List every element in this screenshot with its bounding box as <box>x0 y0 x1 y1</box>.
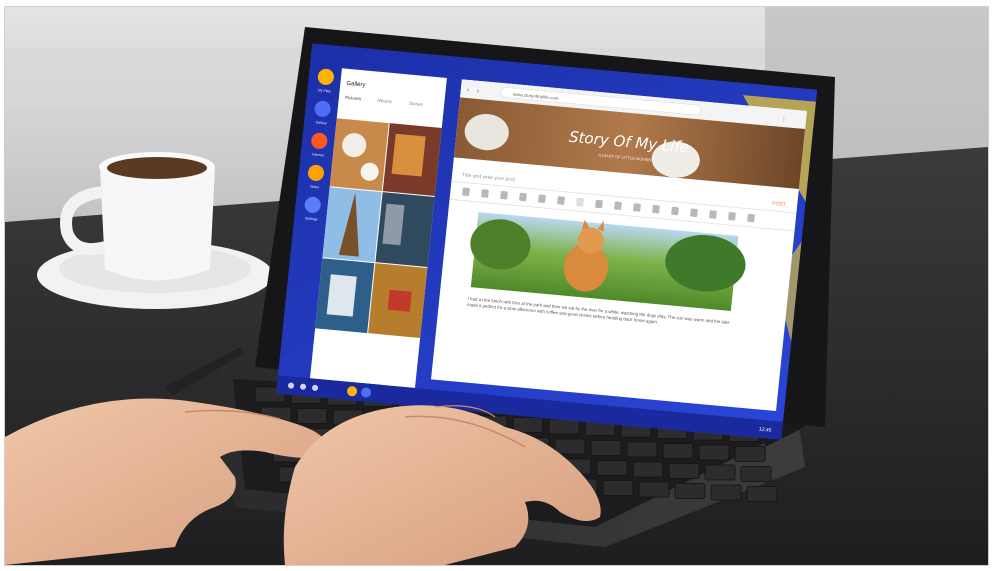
keyboard-key <box>590 440 622 456</box>
photo-frame: My Files Gallery Internet Notes Settings Gal… <box>4 6 989 566</box>
toolbar-button-icon[interactable] <box>709 210 717 219</box>
app-label: Notes <box>310 184 320 189</box>
keyboard-key <box>548 418 580 435</box>
keyboard-key <box>674 483 706 499</box>
toolbar-button-icon[interactable] <box>614 201 622 210</box>
keyboard-key <box>710 484 742 501</box>
toolbar-button-icon[interactable] <box>595 199 603 209</box>
taskbar-clock: 12:45 <box>759 427 772 434</box>
toolbar-button-icon[interactable] <box>652 204 660 214</box>
more-icon[interactable]: ⋮ <box>780 117 787 124</box>
keyboard-key <box>626 441 658 458</box>
toolbar-button-icon[interactable] <box>728 211 736 221</box>
toolbar-button-icon[interactable] <box>500 191 508 200</box>
toolbar-button-icon[interactable] <box>538 194 546 203</box>
toolbar-button-icon[interactable] <box>690 208 698 217</box>
keyboard-key <box>554 438 586 455</box>
photo: My FilesGalleryInternetNotesSettings Gal… <box>5 7 988 565</box>
toolbar-button-icon[interactable] <box>576 197 584 207</box>
keyboard-key <box>746 486 778 502</box>
post-button[interactable]: POST <box>772 201 786 208</box>
keyboard-key <box>512 417 544 433</box>
toolbar-button-icon[interactable] <box>481 189 489 198</box>
keyboard-key <box>662 443 694 459</box>
toolbar-button-icon[interactable] <box>633 203 641 212</box>
toolbar-button-icon[interactable] <box>671 206 679 216</box>
keyboard-key <box>704 464 736 481</box>
toolbar-button-icon[interactable] <box>557 196 565 205</box>
toolbar-button-icon[interactable] <box>462 187 470 196</box>
keyboard-key <box>740 466 772 482</box>
keyboard-key <box>632 461 664 478</box>
keyboard-key <box>698 444 730 461</box>
keyboard-key <box>602 480 634 496</box>
browser-window[interactable]: www.storyofmylife.com ‹ › ⋮ Story Of My … <box>431 79 807 412</box>
keyboard-key <box>668 463 700 479</box>
keyboard-key <box>296 408 328 424</box>
keyboard-key <box>638 481 670 498</box>
keyboard-key <box>734 446 766 462</box>
toolbar-button-icon[interactable] <box>519 192 527 202</box>
toolbar-button-icon[interactable] <box>747 213 755 223</box>
tablet-screen: My FilesGalleryInternetNotesSettings Gal… <box>276 43 818 440</box>
keyboard-key <box>596 460 628 476</box>
